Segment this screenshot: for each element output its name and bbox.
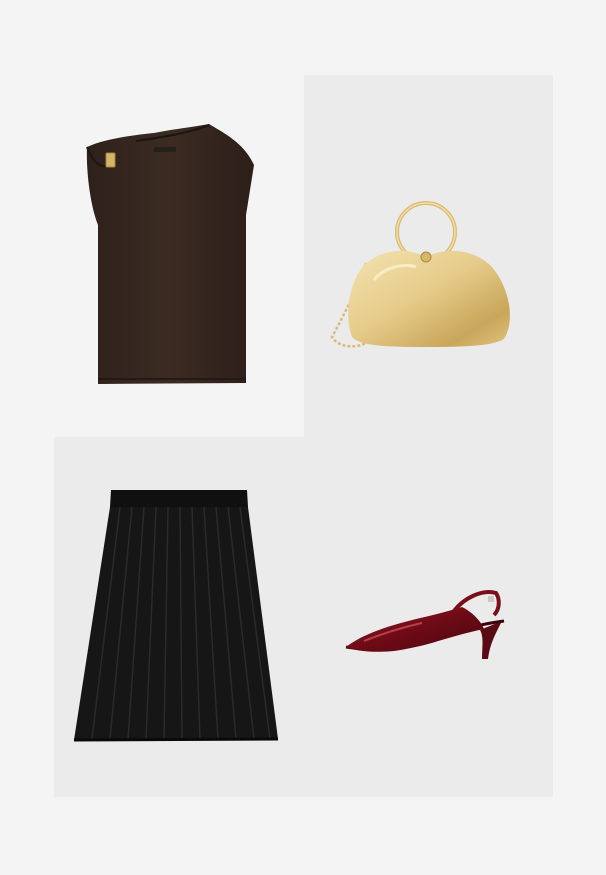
- product-tile-skirt[interactable]: [54, 437, 304, 797]
- burgundy-slingback-heel-image: [345, 590, 505, 659]
- product-tile-shoe[interactable]: [304, 433, 553, 797]
- gold-clutch-image: [330, 201, 510, 348]
- brown-sleeveless-top-image: [86, 124, 254, 384]
- product-tile-top[interactable]: [54, 75, 304, 437]
- product-tile-bag[interactable]: [304, 75, 553, 433]
- black-pleated-skirt-image: [73, 490, 279, 742]
